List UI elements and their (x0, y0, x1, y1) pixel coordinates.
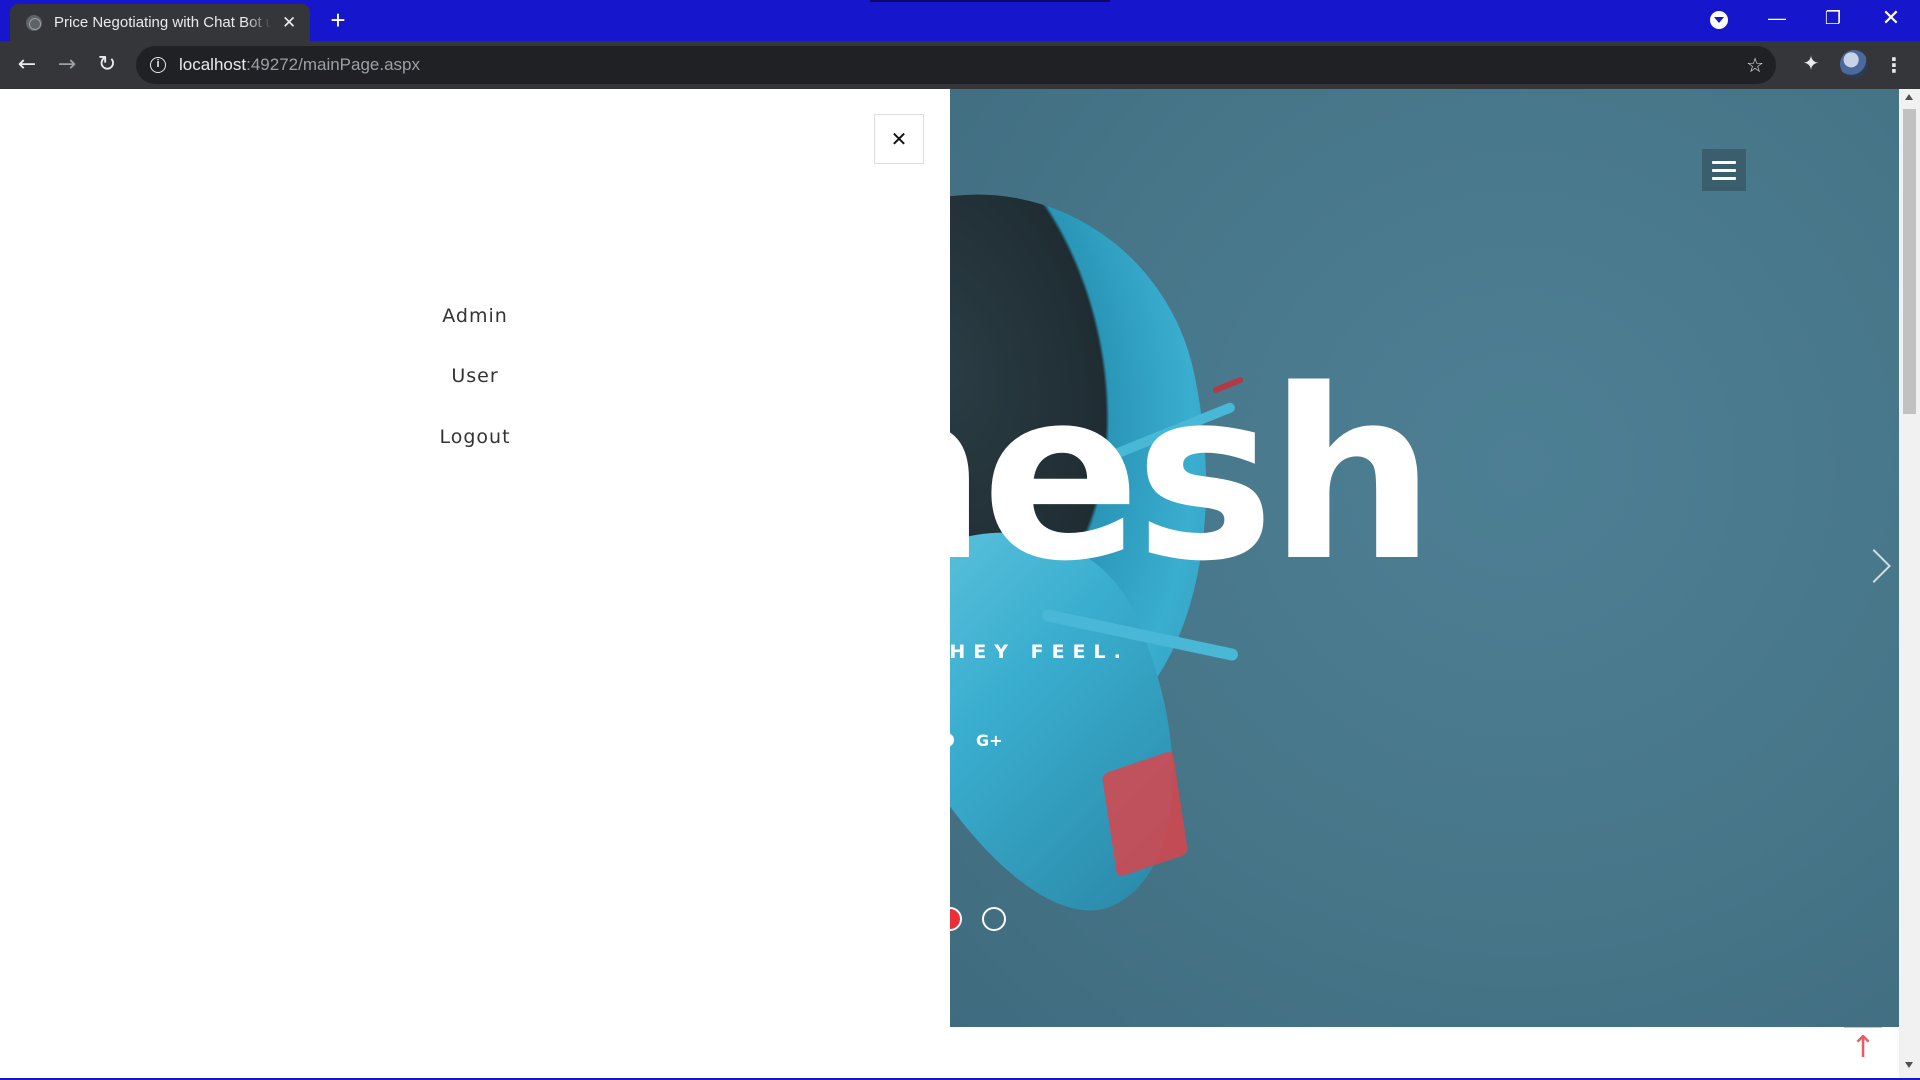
globe-favicon-icon (26, 14, 42, 31)
scrollbar-thumb[interactable] (1903, 109, 1916, 414)
side-menu-panel: ✕ Admin User Logout (0, 89, 950, 1080)
reload-icon[interactable]: ↻ (94, 52, 120, 78)
hero-slider: nesh D THEY FEEL. G+ (950, 89, 1899, 1027)
url-host: localhost (179, 55, 247, 74)
arrow-up-icon[interactable]: ↑ (1844, 1027, 1882, 1067)
scroll-down-arrow-icon[interactable] (1905, 1062, 1913, 1068)
chevron-right-icon[interactable] (1857, 549, 1891, 583)
hamburger-icon[interactable] (1702, 149, 1746, 191)
menu-item-user[interactable]: User (0, 365, 950, 387)
puzzle-icon[interactable]: ✦ (1800, 52, 1822, 74)
browser-toolbar: ← → ↻ i localhost :49272/mainPage.aspx ☆… (0, 41, 1920, 89)
close-icon[interactable]: ✕ (874, 114, 924, 164)
tab-search-dropdown-icon[interactable] (1710, 11, 1728, 29)
google-plus-icon[interactable]: G+ (976, 731, 1003, 750)
info-icon[interactable]: i (150, 57, 166, 73)
hero-shoe-logo (1101, 750, 1189, 878)
hero-headline: nesh (950, 340, 1436, 613)
window-close-button[interactable]: ✕ (1868, 0, 1914, 36)
tab-title: Price Negotiating with Chat Bot using... (54, 14, 273, 31)
forward-arrow-icon[interactable]: → (54, 52, 80, 78)
slider-dot[interactable] (982, 907, 1006, 931)
menu-item-admin[interactable]: Admin (0, 305, 950, 327)
tab-close-icon[interactable]: ✕ (280, 13, 298, 33)
star-icon[interactable]: ☆ (1746, 53, 1764, 77)
hero-subtitle: D THEY FEEL. (950, 641, 1129, 663)
menu-item-logout[interactable]: Logout (0, 426, 950, 448)
tab-strip: Price Negotiating with Chat Bot using...… (0, 0, 1920, 41)
tabstrip-accent-line (870, 0, 1110, 2)
window-maximize-button[interactable]: ❐ (1810, 0, 1856, 36)
browser-tab-active[interactable]: Price Negotiating with Chat Bot using...… (10, 4, 310, 41)
scroll-up-arrow-icon[interactable] (1905, 94, 1913, 100)
profile-avatar[interactable] (1840, 50, 1868, 78)
back-arrow-icon[interactable]: ← (14, 52, 40, 78)
vertical-scrollbar[interactable] (1899, 89, 1920, 1080)
new-tab-button[interactable]: + (325, 7, 351, 33)
url-path: :49272/mainPage.aspx (246, 55, 421, 74)
kebab-menu-icon[interactable]: ⋮ (1884, 53, 1904, 77)
address-bar[interactable]: i localhost :49272/mainPage.aspx ☆ (136, 46, 1776, 84)
page-viewport: nesh D THEY FEEL. G+ ✕ Admin User Logout… (0, 89, 1920, 1080)
slider-dot-active[interactable] (950, 907, 962, 931)
window-minimize-button[interactable]: — (1754, 0, 1800, 36)
